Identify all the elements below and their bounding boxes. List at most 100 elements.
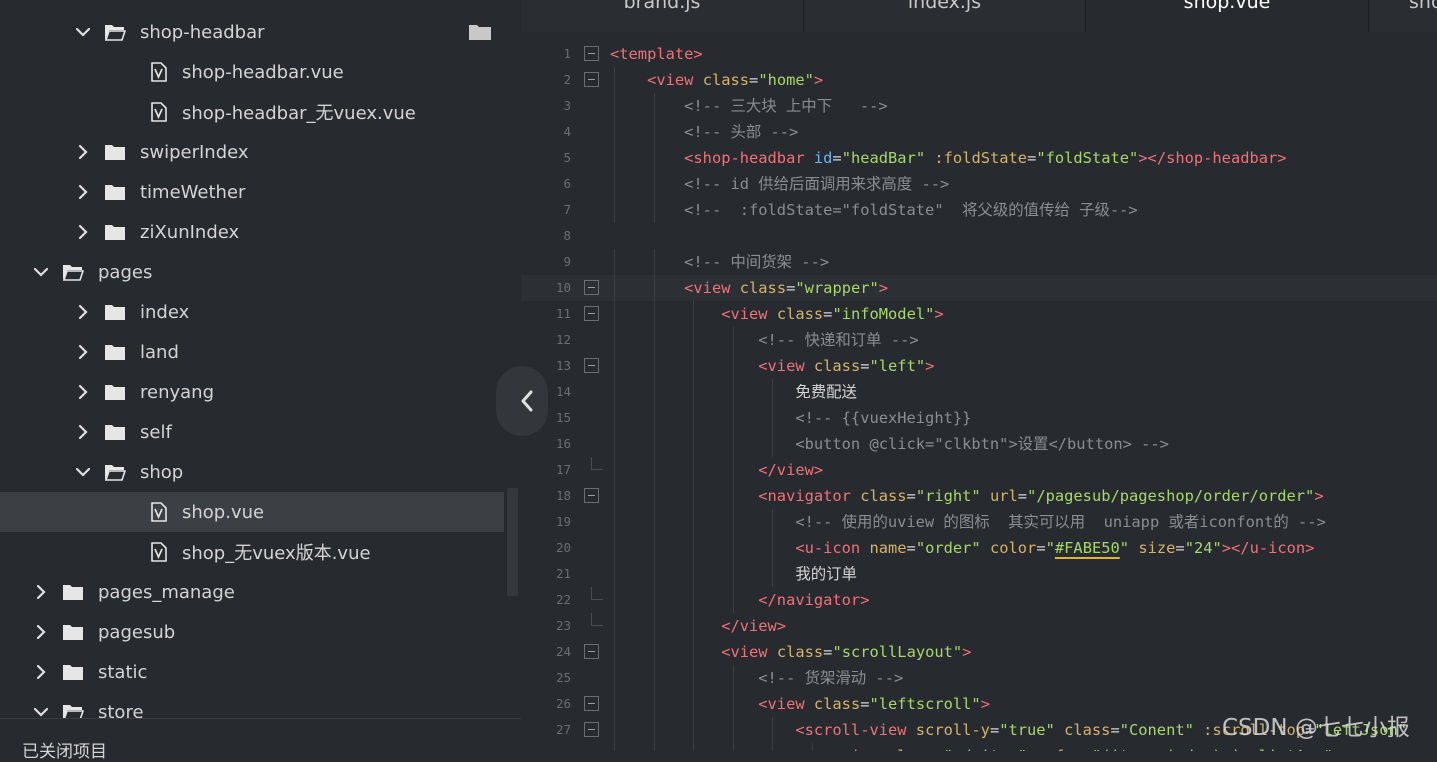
code-token: >: [878, 279, 889, 297]
folder-item[interactable]: shop-headbar: [0, 12, 504, 52]
code-text: <view class="scrollLayout">: [610, 639, 971, 665]
fold-toggle-icon[interactable]: [584, 280, 599, 295]
chevron-right-icon[interactable]: [74, 423, 92, 441]
folder-item[interactable]: land: [0, 332, 504, 372]
vue-file-icon: [150, 542, 168, 562]
chevron-down-icon[interactable]: [32, 263, 50, 281]
code-line[interactable]: 5 <shop-headbar id="headBar" :foldState=…: [521, 145, 1437, 171]
line-number: 20: [555, 540, 571, 555]
chevron-right-icon[interactable]: [74, 223, 92, 241]
folder-item[interactable]: self: [0, 412, 504, 452]
vue-file-icon: [150, 102, 168, 122]
code-line[interactable]: 9 <!-- 中间货架 -->: [521, 249, 1437, 275]
code-token: <view: [758, 357, 814, 375]
closed-projects-section[interactable]: 已关闭项目: [0, 718, 521, 762]
code-line[interactable]: 15 <!-- {{vuexHeight}}: [521, 405, 1437, 431]
chevron-right-icon[interactable]: [32, 623, 50, 641]
code-line[interactable]: 10 <view class="wrapper">: [521, 275, 1437, 301]
code-line[interactable]: 7 <!-- :foldState="foldState" 将父级的值传给 子级…: [521, 197, 1437, 223]
code-line[interactable]: 20 <u-icon name="order" color="#FABE50" …: [521, 535, 1437, 561]
code-line[interactable]: 2 <view class="home">: [521, 67, 1437, 93]
file-item[interactable]: shop-headbar_无vuex.vue: [0, 92, 504, 132]
tree-item-label: shop-headbar: [140, 21, 265, 43]
file-item[interactable]: shop.vue: [0, 492, 504, 532]
code-token: class: [813, 695, 861, 713]
code-token: <shop-headbar: [684, 149, 814, 167]
code-line[interactable]: 11 <view class="infoModel">: [521, 301, 1437, 327]
chevron-right-icon[interactable]: [74, 183, 92, 201]
code-line[interactable]: 21 我的订单: [521, 561, 1437, 587]
code-token: >: [813, 71, 824, 89]
line-number: 24: [555, 644, 571, 659]
code-token: </view>: [758, 461, 824, 479]
code-line[interactable]: 14 免费配送: [521, 379, 1437, 405]
code-token: >: [1314, 487, 1324, 505]
code-line[interactable]: 25 <!-- 货架滑动 -->: [521, 665, 1437, 691]
fold-toggle-icon[interactable]: [584, 722, 599, 737]
file-item[interactable]: shop_无vuex版本.vue: [0, 532, 504, 572]
code-line[interactable]: 24 <view class="scrollLayout">: [521, 639, 1437, 665]
fold-toggle-icon[interactable]: [584, 306, 599, 321]
tab-index-js[interactable]: index.js: [804, 0, 1086, 32]
code-line[interactable]: 18 <navigator class="right" url="/pagesu…: [521, 483, 1437, 509]
sidebar-scrollbar[interactable]: [507, 488, 518, 596]
code-token: name: [869, 539, 907, 557]
folder-item[interactable]: pagesub: [0, 612, 504, 652]
tab-sho[interactable]: sho: [1369, 0, 1437, 32]
collapse-sidebar-button[interactable]: [496, 366, 548, 436]
code-text: <!-- :foldState="foldState" 将父级的值传给 子级--…: [610, 197, 1138, 223]
tab-shop-vue[interactable]: shop.vue: [1086, 0, 1369, 32]
chevron-right-icon[interactable]: [32, 583, 50, 601]
fold-toggle-icon[interactable]: [584, 488, 599, 503]
code-text: <!-- 货架滑动 -->: [610, 665, 903, 691]
tree-item-label: self: [140, 421, 172, 443]
code-line[interactable]: 6 <!-- id 供给后面调用来求高度 -->: [521, 171, 1437, 197]
code-editor[interactable]: 1 <template> 2 <view class="home"> 3 <!-- 三…: [521, 32, 1437, 751]
line-number: 26: [555, 696, 571, 711]
code-token: >: [980, 695, 990, 713]
code-text: </view>: [610, 457, 823, 483]
folder-item[interactable]: pages: [0, 252, 504, 292]
file-item[interactable]: shop-headbar.vue: [0, 52, 504, 92]
fold-toggle-icon[interactable]: [584, 72, 599, 87]
folder-item[interactable]: pages_manage: [0, 572, 504, 612]
fold-end-marker: [591, 587, 603, 600]
code-line[interactable]: 4 <!-- 头部 -->: [521, 119, 1437, 145]
folder-item[interactable]: timeWether: [0, 172, 504, 212]
folder-item[interactable]: static: [0, 652, 504, 692]
code-token: class: [776, 643, 824, 661]
code-line[interactable]: 1 <template>: [521, 41, 1437, 67]
code-line[interactable]: 16 <button @click="clkbtn">设置</button> -…: [521, 431, 1437, 457]
folder-item[interactable]: shop: [0, 452, 504, 492]
chevron-right-icon[interactable]: [74, 303, 92, 321]
chevron-right-icon[interactable]: [74, 143, 92, 161]
folder-item[interactable]: index: [0, 292, 504, 332]
code-token: url: [989, 487, 1018, 505]
code-line[interactable]: 12 <!-- 快递和订单 -->: [521, 327, 1437, 353]
chevron-right-icon[interactable]: [74, 383, 92, 401]
folder-icon: [104, 223, 126, 241]
code-token: >: [934, 305, 944, 323]
chevron-right-icon[interactable]: [74, 343, 92, 361]
fold-toggle-icon[interactable]: [584, 644, 599, 659]
code-line[interactable]: 13 <view class="left">: [521, 353, 1437, 379]
chevron-right-icon[interactable]: [32, 663, 50, 681]
code-line[interactable]: 3 <!-- 三大块 上中下 -->: [521, 93, 1437, 119]
code-line[interactable]: 28 <view class="nd-item" v-for="(item, i…: [521, 743, 1437, 751]
code-line[interactable]: 17 </view>: [521, 457, 1437, 483]
code-line[interactable]: 19 <!-- 使用的uview 的图标 其实可以用 uniapp 或者icon…: [521, 509, 1437, 535]
code-line[interactable]: 23 </view>: [521, 613, 1437, 639]
chevron-down-icon[interactable]: [74, 23, 92, 41]
folder-item[interactable]: ziXunIndex: [0, 212, 504, 252]
chevron-down-icon[interactable]: [74, 463, 92, 481]
fold-toggle-icon[interactable]: [584, 46, 599, 61]
tab-brand-js[interactable]: brand.js: [521, 0, 804, 32]
fold-toggle-icon[interactable]: [584, 696, 599, 711]
folder-item[interactable]: swiperIndex: [0, 132, 504, 172]
code-line[interactable]: 22 </navigator>: [521, 587, 1437, 613]
code-line[interactable]: 8: [521, 223, 1437, 249]
folder-item[interactable]: renyang: [0, 372, 504, 412]
fold-toggle-icon[interactable]: [584, 358, 599, 373]
